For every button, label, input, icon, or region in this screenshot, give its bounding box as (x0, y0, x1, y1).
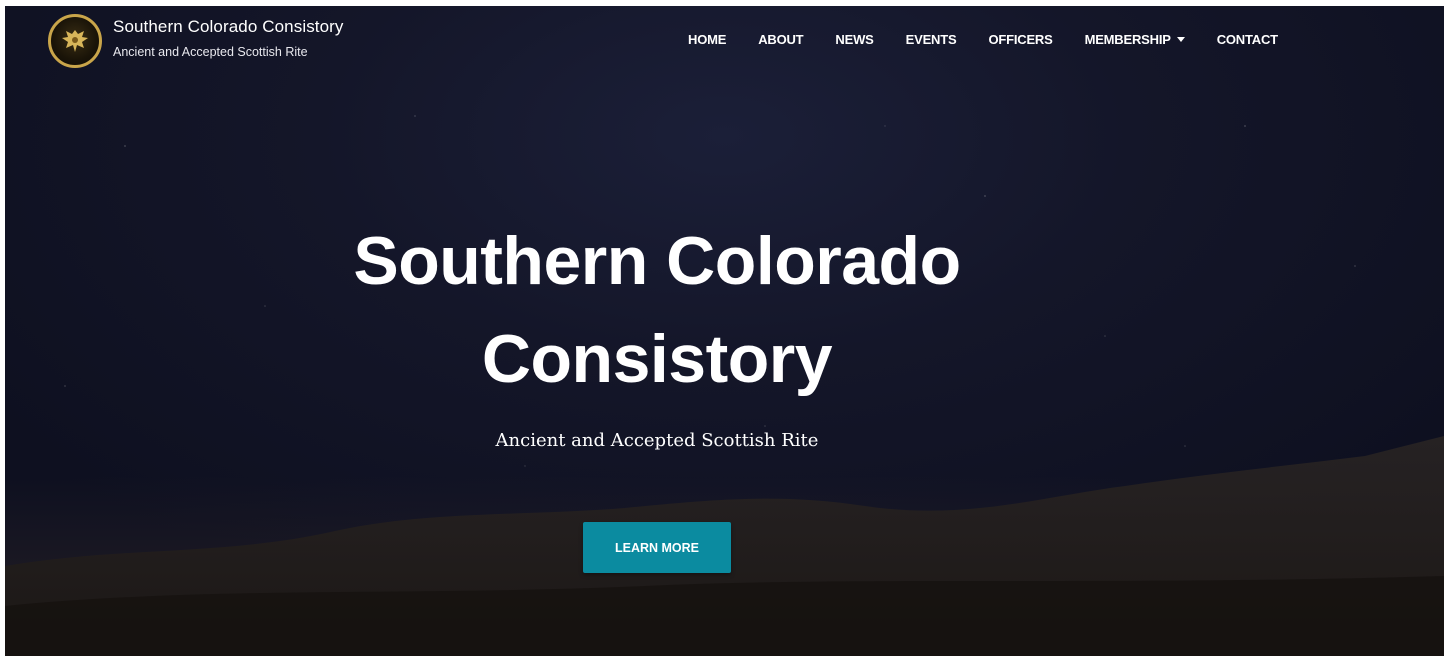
nav-item-membership[interactable]: MEMBERSHIP (1085, 32, 1185, 47)
hero-section: Southern Colorado Consistory Ancient and… (5, 6, 1444, 656)
nav-item-home[interactable]: HOME (688, 32, 726, 47)
hero-title: Southern Colorado Consistory (257, 212, 1057, 408)
brand-subtitle: Ancient and Accepted Scottish Rite (113, 45, 308, 59)
nav-item-label: EVENTS (905, 32, 957, 47)
nav-item-events[interactable]: EVENTS (906, 32, 957, 47)
nav-item-label: OFFICERS (988, 32, 1053, 47)
main-navigation: HOME ABOUT NEWS EVENTS OFFICERS MEMBERSH… (688, 32, 1310, 47)
brand-text[interactable]: Southern Colorado Consistory Ancient and… (113, 16, 344, 60)
nav-item-label: MEMBERSHIP (1084, 32, 1171, 47)
caret-down-icon (1176, 37, 1185, 42)
learn-more-button[interactable]: LEARN MORE (583, 522, 731, 573)
site-brand[interactable]: Southern Colorado Consistory Ancient and… (48, 14, 344, 68)
nav-item-officers[interactable]: OFFICERS (988, 32, 1052, 47)
nav-item-label: CONTACT (1216, 32, 1278, 47)
nav-item-label: ABOUT (758, 32, 804, 47)
nav-item-contact[interactable]: CONTACT (1217, 32, 1278, 47)
nav-item-label: HOME (688, 32, 727, 47)
nav-item-about[interactable]: ABOUT (758, 32, 803, 47)
double-headed-eagle-icon[interactable] (48, 14, 102, 68)
hero-title-line-2: Consistory (481, 321, 833, 397)
brand-title[interactable]: Southern Colorado Consistory (113, 16, 344, 38)
hero-subtitle: Ancient and Accepted Scottish Rite (495, 430, 819, 451)
nav-item-news[interactable]: NEWS (835, 32, 873, 47)
nav-item-label: NEWS (835, 32, 874, 47)
hero-title-line-1: Southern Colorado (353, 223, 961, 299)
